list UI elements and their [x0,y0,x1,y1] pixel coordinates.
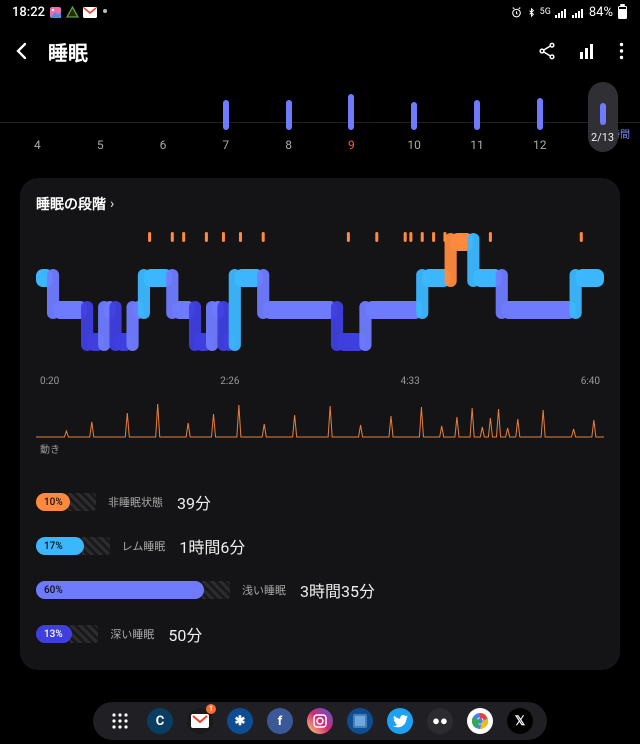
sleep-stage-chart [36,224,604,374]
time-tick: 2:26 [220,376,239,387]
network-label: 5G [540,7,551,17]
x-app-icon[interactable]: 𝕏 [507,708,533,734]
breakdown-row: 17% レム睡眠 1時間6分 [36,534,604,558]
breakdown-hatch [202,581,230,599]
sleep-stage-card: 睡眠の段階 › 0:20 2:26 4:33 6:40 動き 10% 非睡眠状態 39… [20,178,620,670]
gmail-app-icon[interactable]: 1 [187,708,213,734]
breakdown-value: 1時間6分 [179,534,245,558]
time-tick: 4:33 [400,376,419,387]
day-cell[interactable]: 4 [6,80,69,152]
breakdown-key: レム睡眠 [122,538,166,554]
breakdown-bar: 17% [36,537,84,555]
breakdown-key: 浅い睡眠 [242,582,286,598]
time-tick: 0:20 [40,376,59,387]
signal-icon [555,7,568,18]
card-title-row[interactable]: 睡眠の段階 › [36,194,114,214]
twitter-app-icon[interactable] [387,708,413,734]
status-right: 5G 84% [510,4,628,20]
facebook-app-icon[interactable]: f [267,708,293,734]
gallery-icon [49,6,62,19]
app-dock: C 1 ✱ f ●● 𝕏 [93,702,547,740]
breakdown-value: 39分 [177,490,211,514]
gmail-icon [83,7,97,18]
stats-button[interactable] [579,42,597,60]
stage-breakdown: 10% 非睡眠状態 39分 17% レム睡眠 1時間6分 60% 浅い睡眠 3時… [36,490,604,646]
breakdown-value: 3時間35分 [300,578,375,602]
chrome-app-icon[interactable] [467,708,493,734]
breakdown-row: 60% 浅い睡眠 3時間35分 [36,578,604,602]
day-cell[interactable]: 2/13 [571,80,634,152]
breakdown-row: 10% 非睡眠状態 39分 [36,490,604,514]
page-title: 睡眠 [48,37,88,66]
share-button[interactable] [537,41,557,61]
breakdown-key: 非睡眠状態 [108,494,163,510]
overflow-menu-button[interactable] [619,42,624,60]
breakdown-row: 13% 深い睡眠 50分 [36,622,604,646]
motion-label: 動き [36,441,604,456]
day-cell[interactable]: 11 [446,80,509,152]
breakdown-hatch [70,625,98,643]
day-cell[interactable]: 8 [257,80,320,152]
breakdown-key: 深い睡眠 [110,626,154,642]
breakdown-hatch [68,493,96,511]
days-timeline[interactable]: 7時間 4567891011122/13 [0,78,640,172]
drive-icon [66,6,79,19]
day-cell[interactable]: 6 [132,80,195,152]
bluetooth-icon [527,6,536,19]
status-left: 18:22 [12,5,108,20]
breakdown-hatch [82,537,110,555]
card-title-text: 睡眠の段階 [36,194,106,214]
instagram-app-icon[interactable] [307,708,333,734]
motion-chart [36,397,604,439]
more-notifications-icon [103,9,107,13]
breakdown-bar: 10% [36,493,70,511]
time-tick: 6:40 [581,376,600,387]
breakdown-bar: 60% [36,581,204,599]
day-cell[interactable]: 12 [508,80,571,152]
app-icon-4[interactable]: ✱ [227,708,253,734]
status-bar: 18:22 5G 84% [0,0,640,24]
notes-app-icon[interactable] [347,708,373,734]
signal-icon-2 [572,7,585,18]
phone-app-icon[interactable]: C [147,708,173,734]
day-cell[interactable]: 7 [194,80,257,152]
breakdown-value: 50分 [168,622,202,646]
apps-icon[interactable] [107,708,133,734]
day-cell[interactable]: 5 [69,80,132,152]
breakdown-bar: 13% [36,625,72,643]
app-icon-9[interactable]: ●● [427,708,453,734]
battery-label: 84% [589,5,613,20]
day-cell[interactable]: 9 [320,80,383,152]
time-axis: 0:20 2:26 4:33 6:40 [36,374,604,387]
battery-icon [617,4,628,20]
back-button[interactable] [10,39,34,63]
day-cell[interactable]: 10 [383,80,446,152]
chevron-right-icon: › [110,196,114,212]
status-time: 18:22 [12,5,45,20]
alarm-icon [510,6,523,19]
page-header: 睡眠 [0,24,640,78]
